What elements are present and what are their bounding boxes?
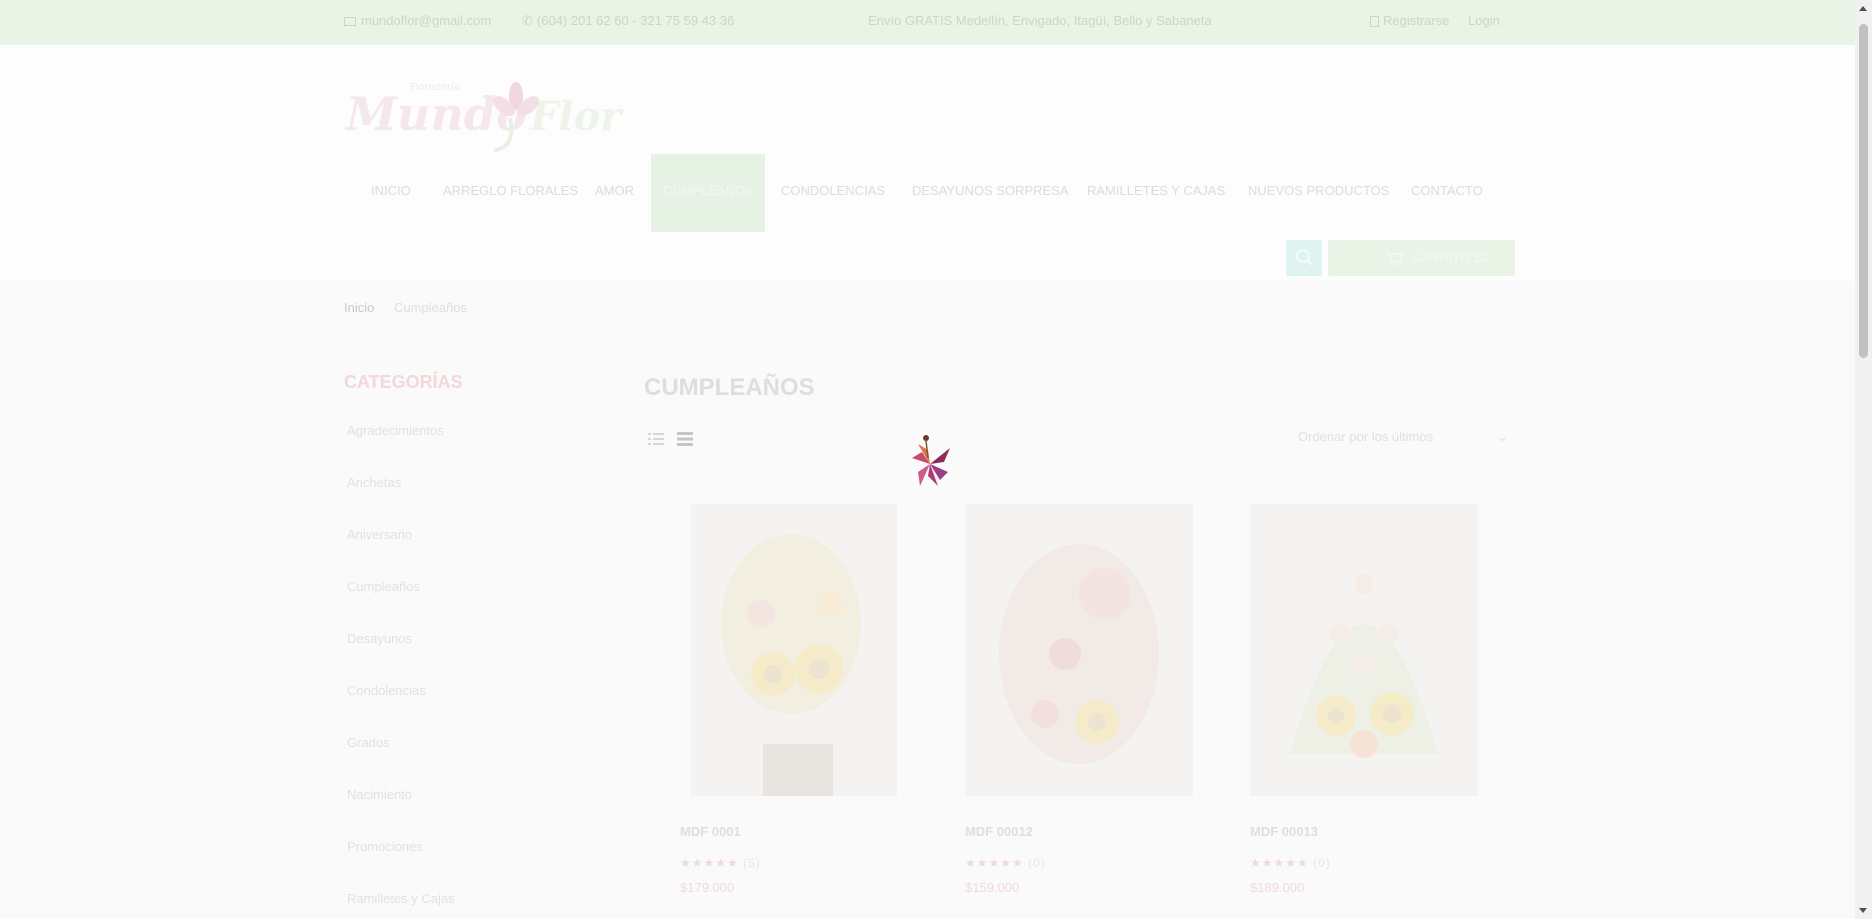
cart-button[interactable]: CARRITO $0 xyxy=(1328,240,1515,276)
category-aniversario[interactable]: Aniversario xyxy=(347,527,412,542)
list-view-icon[interactable] xyxy=(677,432,693,446)
nav-item-inicio[interactable]: INICIO xyxy=(371,183,411,198)
product-card[interactable]: MDF 00013 ★★★★★ (0) $189.000 xyxy=(1250,504,1478,895)
grid-view-icon[interactable] xyxy=(648,432,664,446)
product-image[interactable] xyxy=(691,504,897,796)
site-header xyxy=(0,45,1855,281)
shipping-notice: Envío GRATIS Medellín, Envigado, Itagüí,… xyxy=(868,13,1212,28)
page-title: CUMPLEAÑOS xyxy=(644,374,815,401)
svg-text:Floristería: Floristería xyxy=(410,81,460,93)
product-price: $159.000 xyxy=(965,880,1020,895)
rating-stars: ★★★★★ xyxy=(965,856,1024,870)
nav-item-ramilletes-y-cajas[interactable]: RAMILLETES Y CAJAS xyxy=(1087,183,1225,198)
rating-count: (5) xyxy=(743,856,761,870)
category-promociones[interactable]: Promociones xyxy=(347,839,423,854)
nav-item-condolencias[interactable]: CONDOLENCIAS xyxy=(781,183,885,198)
nav-item-desayunos-sorpresa[interactable]: DESAYUNOS SORPRESA xyxy=(912,183,1069,198)
product-price: $179.000 xyxy=(680,880,735,895)
nav-item-amor[interactable]: AMOR xyxy=(595,183,634,198)
register-link[interactable]: Registrarse xyxy=(1370,13,1449,28)
sort-selected-value: Ordenar por los últimos xyxy=(1298,429,1434,444)
sort-select[interactable]: Ordenar por los últimos ⌄ xyxy=(1298,429,1512,451)
phone-icon: ✆ xyxy=(522,13,533,28)
product-name[interactable]: MDF 0001 xyxy=(680,824,741,839)
product-price: $189.000 xyxy=(1250,880,1305,895)
product-name[interactable]: MDF 00013 xyxy=(1250,824,1318,839)
user-icon xyxy=(1370,16,1379,28)
top-email[interactable]: mundoflor@gmail.com xyxy=(344,13,491,28)
product-card[interactable]: MDF 00012 ★★★★★ (0) $159.000 xyxy=(965,504,1193,895)
nav-item-cumpleanos[interactable]: CUMPLEAÑOS xyxy=(663,183,754,198)
product-rating: ★★★★★ (0) xyxy=(1250,856,1331,870)
category-desayunos[interactable]: Desayunos xyxy=(347,631,412,646)
product-rating: ★★★★★ (0) xyxy=(965,856,1046,870)
breadcrumb-current: Cumpleaños xyxy=(393,300,467,315)
category-cumpleanos[interactable]: Cumpleaños xyxy=(347,579,420,594)
rating-stars: ★★★★★ xyxy=(680,856,739,870)
envelope-icon xyxy=(344,17,356,27)
category-grados[interactable]: Grados xyxy=(347,735,390,750)
product-image[interactable] xyxy=(1250,504,1478,796)
product-card[interactable]: MDF 0001 ★★★★★ (5) $179.000 xyxy=(680,504,897,895)
breadcrumb: Inicio Cumpleaños xyxy=(344,300,467,315)
rating-count: (0) xyxy=(1313,856,1331,870)
product-name[interactable]: MDF 00012 xyxy=(965,824,1033,839)
category-nacimiento[interactable]: Nacimiento xyxy=(347,787,412,802)
phone-text: (604) 201 62 60 - 321 75 59 43 36 xyxy=(536,13,735,28)
category-ramilletes-y-cajas[interactable]: Ramilletes y Cajas xyxy=(347,891,455,906)
site-logo[interactable]: Mundo Flor Floristería xyxy=(344,68,650,156)
page-scrollbar[interactable] xyxy=(1855,0,1872,919)
category-anchetas[interactable]: Anchetas xyxy=(347,475,401,490)
nav-item-contacto[interactable]: CONTACTO xyxy=(1411,183,1483,198)
category-agradecimientos[interactable]: Agradecimientos xyxy=(347,423,444,438)
product-rating: ★★★★★ (5) xyxy=(680,856,761,870)
flower-loader-icon xyxy=(912,435,950,486)
top-phone[interactable]: ✆ (604) 201 62 60 - 321 75 59 43 36 xyxy=(522,13,734,29)
page-content xyxy=(0,281,1855,919)
register-label: Registrarse xyxy=(1383,13,1450,28)
cart-icon xyxy=(1385,250,1403,266)
rating-stars: ★★★★★ xyxy=(1250,856,1309,870)
chevron-down-icon: ⌄ xyxy=(1497,429,1508,444)
scroll-thumb[interactable] xyxy=(1859,24,1868,358)
search-button[interactable] xyxy=(1286,240,1322,276)
top-bar: mundoflor@gmail.com ✆ (604) 201 62 60 - 3… xyxy=(0,0,1855,45)
rating-count: (0) xyxy=(1028,856,1046,870)
search-icon xyxy=(1296,249,1313,266)
category-condolencias[interactable]: Condolencias xyxy=(347,683,426,698)
scroll-up-arrow[interactable] xyxy=(1859,6,1867,11)
email-text: mundoflor@gmail.com xyxy=(361,13,492,28)
nav-item-arreglo-florales[interactable]: ARREGLO FLORALES xyxy=(443,183,578,198)
breadcrumb-home[interactable]: Inicio xyxy=(344,300,374,315)
cart-label: CARRITO $0 xyxy=(1412,250,1489,265)
scroll-down-arrow[interactable] xyxy=(1859,908,1867,913)
nav-item-nuevos-productos[interactable]: NUEVOS PRODUCTOS xyxy=(1248,183,1389,198)
svg-text:Mundo: Mundo xyxy=(344,87,527,141)
product-image[interactable] xyxy=(965,504,1193,796)
login-link[interactable]: Login xyxy=(1468,13,1500,28)
svg-text:Flor: Flor xyxy=(529,93,624,140)
sidebar-title: CATEGORÍAS xyxy=(344,372,463,392)
